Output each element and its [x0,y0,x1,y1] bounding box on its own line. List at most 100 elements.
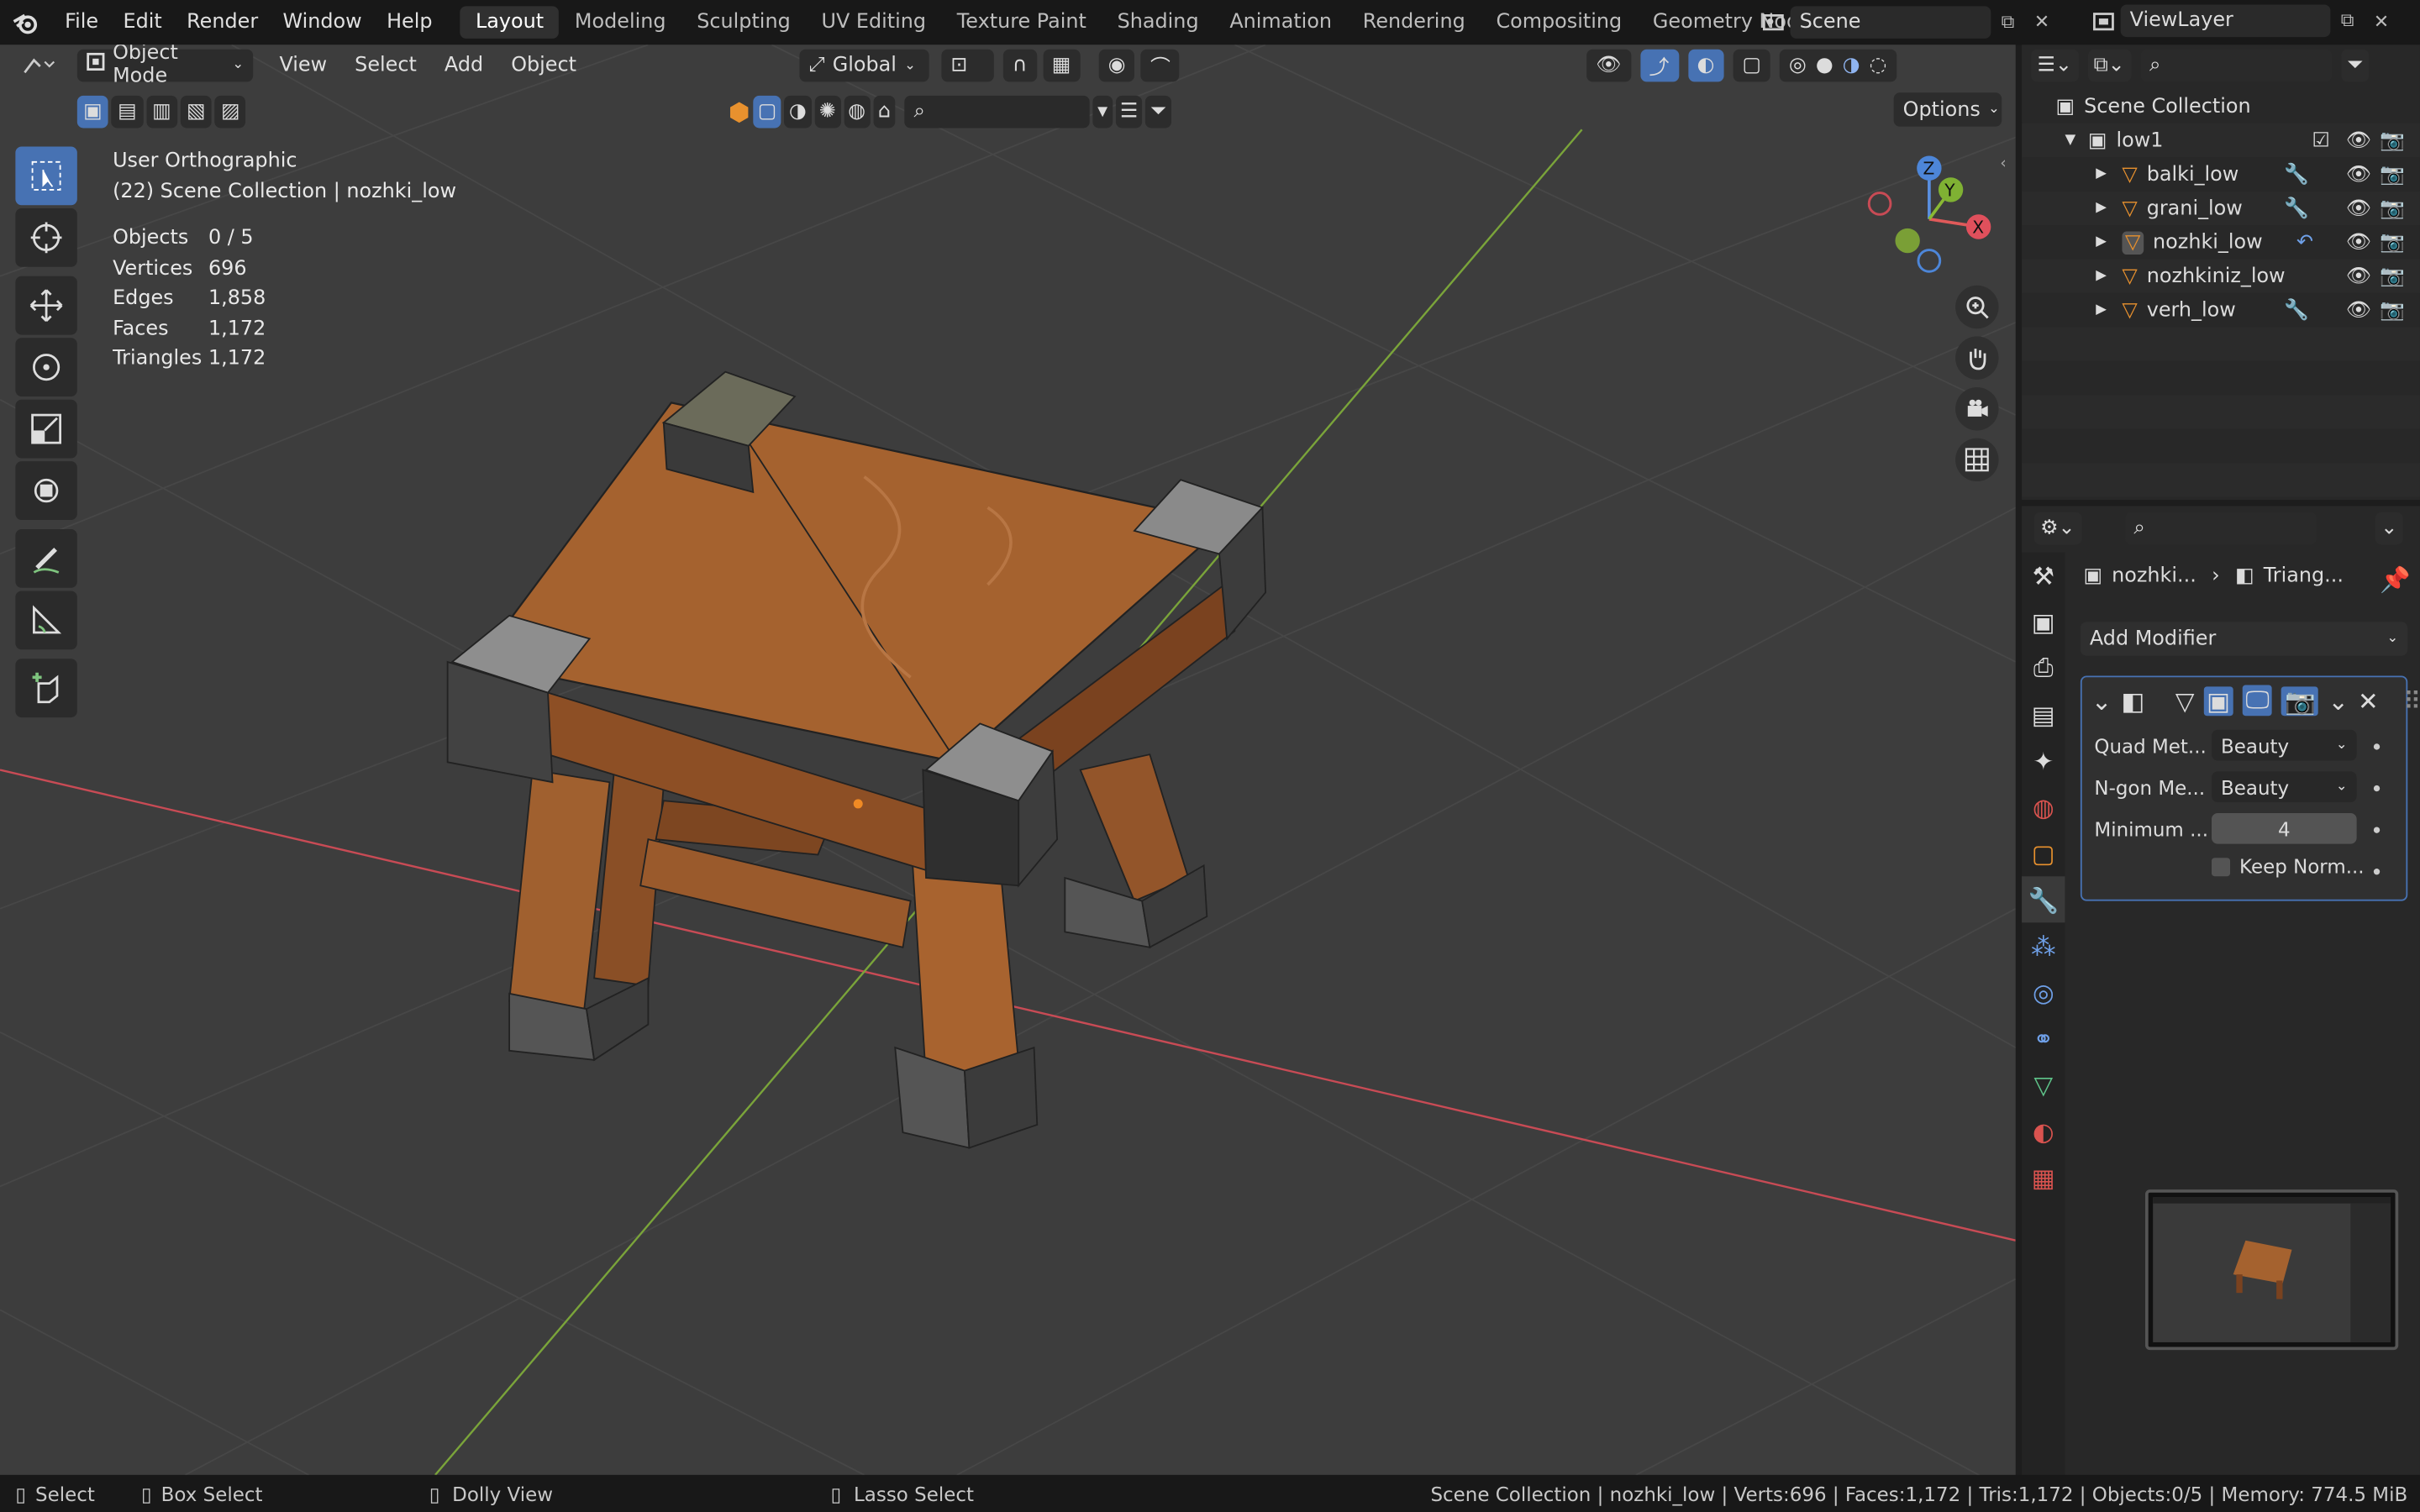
overlay-toggle[interactable]: ◐ [1687,49,1724,82]
tab-modeling[interactable]: Modeling [560,6,681,39]
properties-editor-type-icon[interactable]: ⚙⌄ [2033,512,2081,545]
falloff-dropdown[interactable]: ⌒ [1140,49,1180,82]
transform-orientation-dropdown[interactable]: ⤢ Global ⌄ [799,49,929,82]
tab-rendering[interactable]: Rendering [1347,6,1481,39]
material-tab-icon[interactable]: ◐ [2022,1108,2065,1154]
output-tab-icon[interactable]: ⎙ [2022,645,2065,691]
pan-hand-icon[interactable] [1955,336,1999,380]
tab-uv-editing[interactable]: UV Editing [806,6,941,39]
eye-icon[interactable]: 👁 [2346,129,2371,152]
properties-search-input[interactable]: ⌕ [2124,512,2317,545]
transform-tool-icon[interactable] [15,461,77,520]
outliner-item-row[interactable]: ▶ ▽ verh_low 🔧 👁 📷 [2022,293,2420,327]
ngon-method-select[interactable]: Beauty ⌄ [2211,771,2357,803]
expand-arrow-icon[interactable]: ▶ [2096,166,2107,181]
menu-window[interactable]: Window [271,11,375,34]
render-toggle-icon[interactable]: 📷 [2281,685,2319,716]
minimum-vertices-field[interactable]: 4 [2211,812,2357,844]
tab-animation[interactable]: Animation [1214,6,1347,39]
gizmo-y-label[interactable]: Y [1944,180,1955,200]
blender-logo-icon[interactable] [0,0,52,45]
close-view-layer-icon[interactable]: ✕ [2365,5,2398,38]
snap-toggle[interactable]: ∩ [1002,49,1037,82]
zoom-icon[interactable] [1955,285,1999,329]
tab-compositing[interactable]: Compositing [1481,6,1637,39]
edit-mode-toggle-icon[interactable]: ▽ [2175,685,2195,715]
eye-icon[interactable]: 👁 [2346,197,2371,220]
gizmo-z-label[interactable]: Z [1923,159,1935,179]
collapse-chevron-icon[interactable]: ⌄ [2091,685,2112,715]
gizmo-x-label[interactable]: X [1972,217,1984,237]
stool-model[interactable] [446,370,1267,1149]
scene-color-icon[interactable]: ⬢ [729,97,750,127]
add-cube-tool-icon[interactable] [15,659,77,718]
sidebar-collapse-icon[interactable]: ‹ [2000,156,2006,173]
select-extend-icon[interactable]: ▤ [111,95,144,129]
outliner-item-row[interactable]: ▶ ▽ grani_low 🔧 👁 📷 [2022,191,2420,226]
cursor-tool-icon[interactable] [15,207,77,267]
tab-shading[interactable]: Shading [1102,6,1214,39]
menu-file[interactable]: File [52,11,110,34]
add-modifier-dropdown[interactable]: Add Modifier ⌄ [2080,622,2408,656]
outliner-item-row[interactable]: ▶ ▽ balki_low 🔧 👁 📷 [2022,157,2420,191]
menu-view[interactable]: View [266,53,341,76]
rotate-tool-icon[interactable] [15,338,77,397]
tab-sculpting[interactable]: Sculpting [681,6,806,39]
wrench-modifier-icon[interactable]: 🔧 [2284,298,2309,322]
tab-texture-paint[interactable]: Texture Paint [941,6,1102,39]
view-layer-icon[interactable] [2086,5,2120,38]
camera-filter-icon[interactable]: ⌂ [873,95,896,129]
world-filter-icon[interactable]: ◍ [843,95,871,129]
options-dropdown[interactable]: Options ⌄ [1893,92,2002,127]
rendered-shading-icon[interactable]: ◌ [1870,54,1887,77]
expand-arrow-icon[interactable]: ▼ [2065,133,2076,148]
render-camera-icon[interactable]: 📷 [2380,265,2405,288]
render-camera-icon[interactable]: 📷 [2380,163,2405,186]
sort-icon[interactable]: ☰ [1115,95,1143,129]
eye-icon[interactable]: 👁 [2346,265,2371,288]
tab-layout[interactable]: Layout [460,6,560,39]
on-cage-toggle-icon[interactable]: ▣ [2203,685,2233,716]
navigation-gizmo[interactable]: Z X Y [1852,150,2007,288]
select-intersect-icon[interactable]: ▨ [214,95,246,129]
3d-viewport[interactable]: Object Mode ⌄ View Select Add Object ⤢ G… [0,45,2016,1475]
expand-arrow-icon[interactable]: ▶ [2096,302,2107,318]
snap-target-dropdown[interactable]: ▦ [1042,49,1081,82]
close-icon[interactable]: ✕ [2358,685,2379,715]
viewport-display-toggle-icon[interactable]: 🖵 [2242,685,2273,717]
outliner-filter-icon[interactable]: ⏷ [2340,49,2370,82]
render-tab-icon[interactable]: ▣ [2022,599,2065,645]
quad-method-select[interactable]: Beauty ⌄ [2211,729,2357,761]
eye-icon[interactable]: 👁 [2346,163,2371,186]
menu-add[interactable]: Add [430,53,497,76]
data-tab-icon[interactable]: ▽ [2022,1062,2065,1108]
outliner-root-row[interactable]: ▣ Scene Collection [2022,90,2420,123]
outliner-search-input[interactable]: ⌕ [2140,49,2332,82]
solid-shading-icon[interactable]: ● [1816,54,1833,77]
particles-tab-icon[interactable]: ⁂ [2022,922,2065,969]
view-layer-field[interactable]: ViewLayer [2120,4,2331,38]
keyframe-dot-icon[interactable] [2373,869,2381,875]
chevron-down-icon[interactable]: ⌄ [2328,685,2349,715]
expand-arrow-icon[interactable]: ▶ [2096,234,2107,249]
expand-arrow-icon[interactable]: ▶ [2096,201,2107,216]
render-camera-icon[interactable]: 📷 [2380,129,2405,152]
keyframe-dot-icon[interactable] [2373,785,2381,792]
visibility-dropdown[interactable]: 👁 [1586,49,1631,82]
menu-help[interactable]: Help [374,11,445,34]
select-box-tool-icon[interactable] [15,146,77,206]
select-invert-icon[interactable]: ▧ [180,95,212,129]
expand-arrow-icon[interactable]: ▶ [2096,269,2107,284]
measure-tool-icon[interactable] [15,591,77,650]
mode-dropdown[interactable]: Object Mode ⌄ [76,45,254,88]
gizmo-toggle[interactable]: ⤴ [1639,49,1679,82]
menu-edit[interactable]: Edit [111,11,175,34]
exclude-checkbox[interactable]: ☑ [2312,129,2329,152]
wrench-modifier-icon[interactable]: 🔧 [2284,197,2309,220]
constraints-tab-icon[interactable]: ⚭ [2022,1016,2065,1062]
camera-view-icon[interactable] [1955,387,1999,431]
world-tab-icon[interactable]: ◍ [2022,784,2065,830]
keyframe-dot-icon[interactable] [2373,743,2381,750]
scene-tab-icon[interactable]: ✦ [2022,738,2065,784]
xray-toggle[interactable]: ▢ [1733,49,1771,82]
